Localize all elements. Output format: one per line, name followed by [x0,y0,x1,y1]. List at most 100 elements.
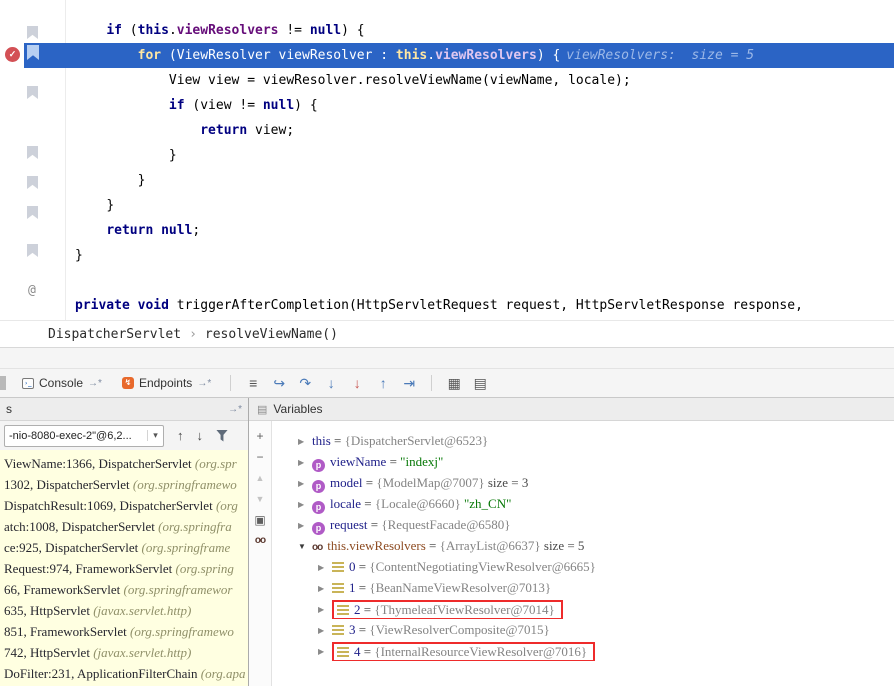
code-line[interactable]: if (this.viewResolvers != null) { [0,18,894,43]
list-icon [332,625,344,635]
breadcrumb-item-class[interactable]: DispatcherServlet [48,327,181,342]
stack-frame-row[interactable]: 742, HttpServlet (javax.servlet.http) [0,642,248,663]
variable-content: 0 = {ContentNegotiatingViewResolver@6665… [332,556,596,577]
grid-icon[interactable]: ▦ [441,375,467,392]
stack-frame-row[interactable]: 851, FrameworkServlet (org.springframewo [0,621,248,642]
layout-icon[interactable]: ▤ [467,375,493,392]
variable-row[interactable]: ▶pmodel = {ModelMap@7007} size = 3 [272,472,894,493]
variable-value: {InternalResourceViewResolver@7016} [374,644,587,659]
frame-package: (javax.servlet.http) [93,645,191,660]
code-token: } [169,148,177,163]
variables-tree[interactable]: ▶this = {DispatcherServlet@6523}▶pviewNa… [272,421,894,686]
variable-content: pviewName = "indexj" [312,451,443,472]
code-token: null [310,23,341,38]
variable-row[interactable]: ▶0 = {ContentNegotiatingViewResolver@666… [272,556,894,577]
console-icon: ›_ [22,378,34,389]
param-icon: p [312,459,325,472]
menu-icon[interactable]: ≡ [240,375,266,391]
variable-row[interactable]: ▶2 = {ThymeleafViewResolver@7014} [272,598,894,619]
variable-row[interactable]: ▶4 = {InternalResourceViewResolver@7016} [272,640,894,661]
add-watch-icon[interactable]: + [256,430,263,442]
collapse-arrow-icon[interactable]: ▼ [298,536,312,556]
stack-frame-row[interactable]: DoFilter:231, ApplicationFilterChain (or… [0,663,248,684]
stack-frame-row[interactable]: 66, FrameworkServlet (org.springframewor [0,579,248,600]
breakpoint-icon[interactable]: ✓ [5,47,20,62]
variable-row[interactable]: ▶pviewName = "indexj" [272,451,894,472]
copy-icon[interactable]: ▣ [254,514,265,526]
expand-arrow-icon[interactable]: ▶ [318,620,332,640]
code-line[interactable]: return view; [0,118,894,143]
param-icon: p [312,501,325,514]
chevron-down-icon[interactable]: ▾ [147,430,163,441]
code-editor[interactable]: if (this.viewResolvers != null) { for (V… [0,0,894,320]
show-execution-point-icon[interactable]: ↪ [266,375,292,392]
stack-frame-row[interactable]: 1302, DispatcherServlet (org.springframe… [0,474,248,495]
expand-arrow-icon[interactable]: ▶ [298,473,312,493]
variable-row[interactable]: ▶1 = {BeanNameViewResolver@7013} [272,577,894,598]
step-over-icon[interactable]: ↷ [292,375,318,392]
variable-row[interactable]: ▶this = {DispatcherServlet@6523} [272,430,894,451]
stack-frame-row[interactable]: DispatchResult:1069, DispatcherServlet (… [0,495,248,516]
filter-frames-icon[interactable] [216,430,228,442]
move-down-icon[interactable]: ▼ [256,493,265,505]
run-to-cursor-icon[interactable]: ⇥ [396,375,422,392]
code-line[interactable]: private void triggerAfterCompletion(Http… [0,293,894,318]
previous-frame-button[interactable]: ↑ [177,428,184,443]
expand-arrow-icon[interactable]: ▶ [298,431,312,451]
next-frame-button[interactable]: ↓ [197,428,204,443]
code-line[interactable]: } [0,143,894,168]
variable-row[interactable]: ▼oothis.viewResolvers = {ArrayList@6637}… [272,535,894,556]
stack-frame-row[interactable]: ViewName:1366, DispatcherServlet (org.sp… [0,453,248,474]
watch-icon: oo [312,542,322,553]
step-into-icon[interactable]: ↓ [318,375,344,391]
move-up-icon[interactable]: ▲ [256,472,265,484]
code-token [130,298,138,313]
new-watch-icon[interactable]: oo [255,535,265,546]
code-token: if [169,98,185,113]
frame-package: (javax.servlet.http) [93,603,191,618]
stack-frame-row[interactable]: atch:1008, DispatcherServlet (org.spring… [0,516,248,537]
variable-value: {ContentNegotiatingViewResolver@6665} [369,559,596,574]
variables-title: Variables [273,402,322,416]
variable-row[interactable]: ▶3 = {ViewResolverComposite@7015} [272,619,894,640]
variable-value: {ArrayList@6637} [440,538,541,553]
code-token: this [396,48,427,63]
variable-content: prequest = {RequestFacade@6580} [312,514,511,535]
equals-sign: = [368,517,382,532]
expand-arrow-icon[interactable]: ▶ [318,578,332,598]
code-line[interactable]: if (view != null) { [0,93,894,118]
expand-arrow-icon[interactable]: ▶ [318,599,332,619]
code-line[interactable] [0,268,894,293]
code-line[interactable]: } [0,243,894,268]
tab-console[interactable]: ›_ Console →* [12,369,112,397]
expand-arrow-icon[interactable]: ▶ [298,452,312,472]
code-line[interactable]: View view = viewResolver.resolveViewName… [0,68,894,93]
code-token [153,223,161,238]
force-step-into-icon[interactable]: ↓ [344,375,370,391]
variable-value: {ThymeleafViewResolver@7014} [374,602,554,617]
thread-selector[interactable]: -nio-8080-exec-2"@6,2... ▾ [4,425,164,447]
expand-arrow-icon[interactable]: ▶ [318,557,332,577]
stack-frame-row[interactable]: 635, HttpServlet (javax.servlet.http) [0,600,248,621]
expand-arrow-icon[interactable]: ▶ [318,641,332,661]
remove-watch-icon[interactable]: − [256,451,263,463]
frames-list[interactable]: ViewName:1366, DispatcherServlet (org.sp… [0,450,248,686]
string-value: "indexj" [400,454,443,469]
expand-arrow-icon[interactable]: ▶ [298,515,312,535]
clipped-icon [0,376,6,390]
code-line[interactable]: return null; [0,218,894,243]
stack-frame-row[interactable]: Request:974, FrameworkServlet (org.sprin… [0,558,248,579]
code-line[interactable]: } [0,193,894,218]
variable-row[interactable]: ▶prequest = {RequestFacade@6580} [272,514,894,535]
code-token: View view = viewResolver.resolveViewName… [169,73,631,88]
variable-row[interactable]: ▶plocale = {Locale@6660} "zh_CN" [272,493,894,514]
breadcrumb-item-method[interactable]: resolveViewName() [205,327,338,342]
code-line[interactable]: for (ViewResolver viewResolver : this.vi… [0,43,894,68]
expand-arrow-icon[interactable]: ▶ [298,494,312,514]
code-line[interactable]: } [0,168,894,193]
stack-frame-row[interactable]: ce:925, DispatcherServlet (org.springfra… [0,537,248,558]
tab-endpoints[interactable]: ↯ Endpoints →* [112,369,221,397]
code-token: (view != [185,98,263,113]
step-out-icon[interactable]: ↑ [370,375,396,391]
variable-content: 1 = {BeanNameViewResolver@7013} [332,577,551,598]
